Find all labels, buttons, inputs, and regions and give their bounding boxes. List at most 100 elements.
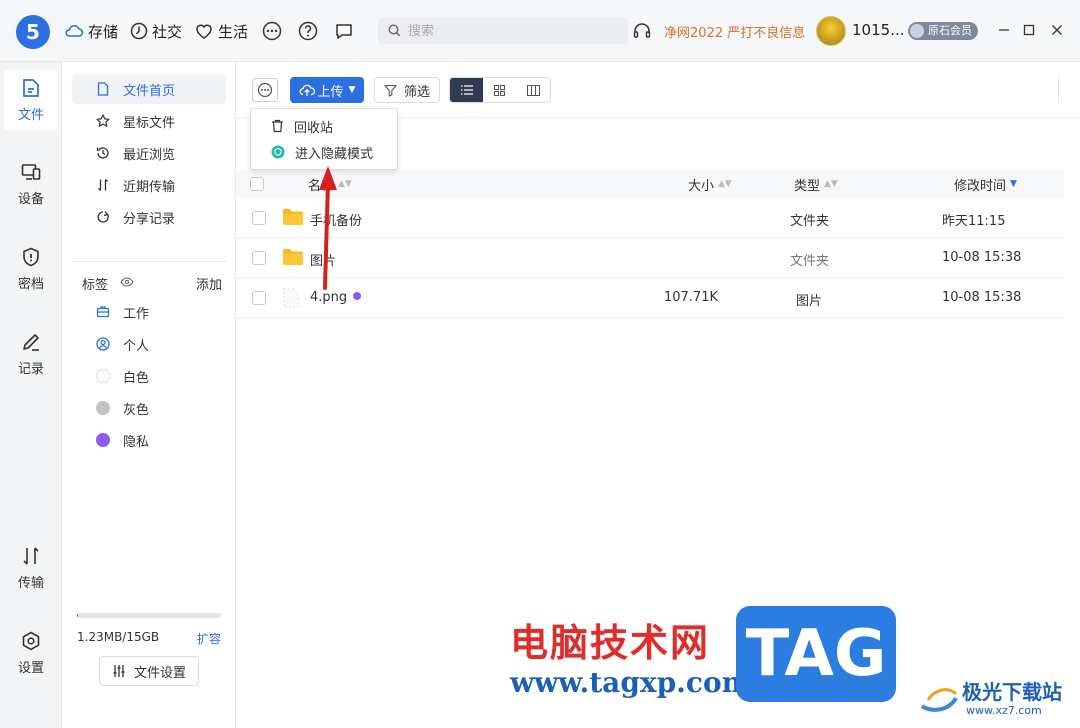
- upload-button[interactable]: 上传 ▼: [290, 77, 364, 103]
- support-button[interactable]: [632, 21, 652, 45]
- file-size: 107.71K: [663, 290, 718, 305]
- rail-item-transfer[interactable]: 传输: [4, 538, 58, 598]
- sidebar-tag-work[interactable]: 工作: [72, 297, 226, 327]
- folder-icon: [283, 209, 303, 225]
- share-icon: [97, 211, 109, 223]
- file-name-cell: 4.png: [310, 290, 362, 305]
- file-icon: [23, 79, 39, 97]
- menu-item-label: 回收站: [294, 120, 334, 136]
- watermark-tag-logo: TAG: [736, 606, 896, 702]
- pencil-icon: [23, 334, 39, 351]
- row-checkbox[interactable]: [252, 211, 266, 225]
- app-logo[interactable]: 5: [16, 15, 50, 49]
- rail-item-files[interactable]: 文件: [4, 70, 58, 130]
- sidebar-item-label: 星标文件: [123, 115, 176, 131]
- sidebar-item-label: 近期传输: [123, 179, 176, 195]
- messages-button[interactable]: [332, 19, 356, 43]
- shield-icon: [23, 247, 39, 267]
- rail-item-files-label: 文件: [17, 108, 44, 123]
- rail-item-vault[interactable]: 密档: [4, 239, 58, 299]
- table-row[interactable]: 手机备份 文件夹 昨天11:15: [236, 198, 1064, 238]
- menu-item-hidden-mode[interactable]: 进入隐藏模式: [251, 139, 397, 165]
- sidebar-item-starred[interactable]: 星标文件: [72, 106, 226, 136]
- sidebar: 文件首页 星标文件 最近浏览 近期传输 分享记录 标签 添加 工作 个人 白色 …: [62, 62, 236, 728]
- gray-dot-icon: [96, 401, 110, 415]
- select-all-checkbox[interactable]: [250, 177, 264, 191]
- transfer-icon: [98, 179, 108, 191]
- search-input[interactable]: [408, 23, 608, 39]
- sidebar-item-recent[interactable]: 最近浏览: [72, 138, 226, 168]
- nav-storage[interactable]: 存储: [64, 21, 118, 42]
- column-header-label: 大小: [688, 178, 715, 194]
- sidebar-tag-personal[interactable]: 个人: [72, 329, 226, 359]
- close-button[interactable]: [1047, 20, 1067, 40]
- column-header-size[interactable]: 大小 ▲▼: [688, 175, 732, 194]
- column-header-type[interactable]: 类型 ▲▼: [794, 175, 838, 194]
- minimize-button[interactable]: [994, 20, 1014, 40]
- purple-dot-icon: [96, 433, 110, 447]
- filter-button[interactable]: 筛选: [374, 77, 440, 103]
- select-all-checkbox-cell[interactable]: [250, 177, 264, 191]
- rail-item-notes-label: 记录: [17, 362, 44, 377]
- sidebar-item-transfers[interactable]: 近期传输: [72, 170, 226, 200]
- chevron-down-icon: ▼: [348, 85, 356, 95]
- add-tag-button[interactable]: 添加: [196, 274, 222, 293]
- view-mode-toggle: [449, 77, 551, 103]
- rail-item-notes[interactable]: 记录: [4, 324, 58, 384]
- more-options-button[interactable]: [252, 78, 278, 102]
- avatar[interactable]: [816, 16, 846, 46]
- expand-storage-link[interactable]: 扩容: [197, 630, 221, 647]
- nav-life[interactable]: 生活: [194, 21, 248, 42]
- briefcase-icon: [96, 306, 110, 318]
- ellipsis-icon: [262, 21, 282, 41]
- member-badge[interactable]: 原石会员: [908, 22, 978, 40]
- nav-storage-label: 存储: [88, 22, 119, 41]
- eye-icon[interactable]: [120, 276, 134, 288]
- chat-bubble-icon: [336, 24, 352, 39]
- list-view-button[interactable]: [450, 78, 484, 102]
- aurora-logo-icon: [920, 688, 958, 712]
- sidebar-item-label: 最近浏览: [123, 147, 176, 163]
- minimize-icon: [999, 29, 1009, 31]
- help-button[interactable]: [296, 19, 320, 43]
- grid-view-button[interactable]: [483, 78, 516, 102]
- promo-banner[interactable]: 净网2022 严打不良信息: [664, 22, 805, 41]
- column-header-name[interactable]: 名称 ▲▼: [308, 175, 352, 194]
- row-checkbox[interactable]: [252, 291, 266, 305]
- table-row[interactable]: 图片 文件夹 10-08 15:38: [236, 238, 1064, 278]
- sidebar-item-shares[interactable]: 分享记录: [72, 202, 226, 232]
- menu-item-recycle-bin[interactable]: 回收站: [251, 113, 397, 139]
- more-apps-button[interactable]: [260, 19, 284, 43]
- file-name: 图片: [310, 254, 337, 269]
- table-row[interactable]: 4.png 107.71K 图片 10-08 15:38: [236, 278, 1064, 318]
- sidebar-tag-gray[interactable]: 灰色: [72, 393, 226, 423]
- image-file-icon: [283, 288, 299, 308]
- row-checkbox[interactable]: [252, 251, 266, 265]
- watermark-url: www.tagxp.com: [510, 666, 752, 699]
- column-header-label: 类型: [794, 178, 821, 194]
- hidden-mode-icon: [271, 145, 285, 159]
- nav-social[interactable]: 社交: [130, 21, 182, 42]
- settings-icon: [22, 631, 40, 651]
- sidebar-tag-private[interactable]: 隐私: [72, 425, 226, 455]
- column-view-button[interactable]: [517, 78, 550, 102]
- sidebar-item-file-home[interactable]: 文件首页: [72, 74, 226, 104]
- cloud-icon: [65, 25, 84, 37]
- rail-item-devices[interactable]: 设备: [4, 154, 58, 214]
- person-icon: [96, 337, 110, 351]
- file-type: 图片: [796, 294, 823, 309]
- sidebar-item-label: 文件首页: [123, 83, 176, 99]
- sidebar-item-label: 隐私: [123, 434, 150, 450]
- column-header-modified[interactable]: 修改时间 ▼: [954, 175, 1017, 194]
- close-icon: [1052, 25, 1062, 35]
- trash-icon: [272, 119, 283, 133]
- sidebar-tag-white[interactable]: 白色: [72, 361, 226, 391]
- headset-icon: [633, 23, 651, 38]
- maximize-button[interactable]: [1019, 20, 1039, 40]
- rail-item-settings[interactable]: 设置: [4, 623, 58, 683]
- username[interactable]: 1015...: [852, 21, 904, 39]
- search-box[interactable]: [378, 18, 628, 44]
- more-options-menu: 回收站 进入隐藏模式: [250, 108, 398, 170]
- file-settings-button[interactable]: 文件设置: [99, 656, 199, 686]
- left-rail: 文件 设备 密档 记录 传输 设置: [0, 62, 62, 728]
